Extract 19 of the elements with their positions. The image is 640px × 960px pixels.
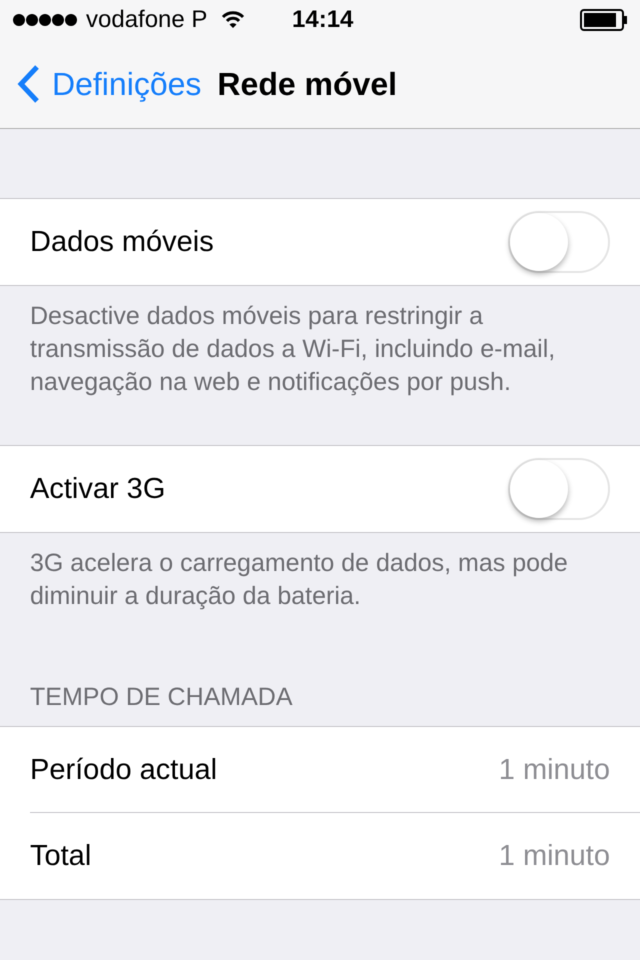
signal-icon	[12, 13, 78, 27]
toggle-switch[interactable]	[508, 458, 610, 520]
section-header: TEMPO DE CHAMADA	[29, 682, 294, 713]
section-footer: Desactive dados móveis para restringir a transmissão de dados a Wi-Fi, incluindo e-mail, navegação na web e notificações por push.	[0, 286, 640, 445]
row-value: 1 minuto	[498, 754, 610, 786]
row-label: Período actual	[30, 754, 218, 786]
row-label: Total	[30, 840, 92, 872]
row-label: Activar 3G	[30, 472, 166, 506]
row-label: Dados móveis	[30, 226, 214, 258]
section-footer: 3G acelera o carregamento de dados, mas pode diminuir a duração da bateria.	[0, 533, 640, 659]
wifi-icon	[221, 11, 246, 29]
toggle-switch[interactable]	[508, 211, 610, 273]
battery-icon	[580, 9, 628, 31]
back-button[interactable]: Definições	[16, 64, 202, 104]
carrier-name: vodafone P	[86, 6, 208, 34]
chevron-left-icon	[16, 64, 40, 104]
row-value: 1 minuto	[498, 840, 610, 872]
screen-title: Rede móvel	[217, 66, 398, 102]
clock-time: 14:14	[292, 6, 354, 34]
